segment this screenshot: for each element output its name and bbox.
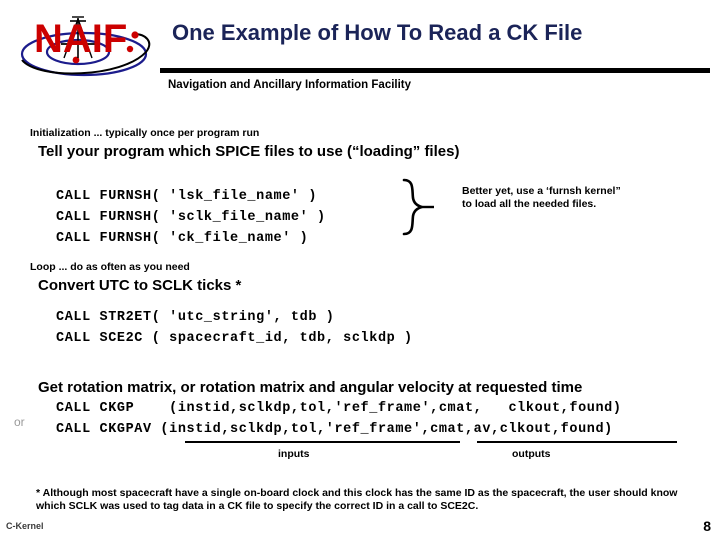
page-number: 8: [703, 518, 711, 534]
code-line-ckgp: CALL CKGP (instid,sclkdp,tol,'ref_frame'…: [56, 401, 622, 416]
code-line-str2et: CALL STR2ET( 'utc_string', tdb ): [56, 310, 335, 325]
slide-header: NAIF One Example of How To Read a CK Fil…: [0, 0, 721, 100]
inputs-underline: [185, 441, 460, 443]
naif-logo: NAIF: [14, 8, 174, 84]
grouping-brace: [398, 178, 458, 236]
code-line-furnsh-lsk: CALL FURNSH( 'lsk_file_name' ): [56, 189, 318, 204]
outputs-underline: [477, 441, 677, 443]
section-1-kicker: Initialization ... typically once per pr…: [30, 127, 260, 139]
footer-label: C-Kernel: [6, 521, 44, 531]
section-3-heading: Get rotation matrix, or rotation matrix …: [38, 379, 583, 396]
header-divider: [160, 68, 710, 73]
outputs-label: outputs: [512, 448, 551, 460]
or-label: or: [14, 415, 25, 429]
section-1-heading: Tell your program which SPICE files to u…: [38, 143, 460, 160]
code-line-furnsh-sclk: CALL FURNSH( 'sclk_file_name' ): [56, 210, 326, 225]
footnote: * Although most spacecraft have a single…: [36, 487, 678, 512]
code-line-sce2c: CALL SCE2C ( spacecraft_id, tdb, sclkdp …: [56, 331, 413, 346]
facility-subtitle: Navigation and Ancillary Information Fac…: [168, 79, 412, 91]
inputs-label: inputs: [278, 448, 310, 460]
naif-logo-text: NAIF: [34, 17, 127, 61]
code-line-ckgpav: CALL CKGPAV (instid,sclkdp,tol,'ref_fram…: [56, 422, 613, 437]
code-line-furnsh-ck: CALL FURNSH( 'ck_file_name' ): [56, 231, 309, 246]
page-title: One Example of How To Read a CK File: [172, 20, 583, 45]
furnsh-kernel-note: Better yet, use a ‘furnsh kernel” to loa…: [462, 185, 621, 210]
section-2-heading: Convert UTC to SCLK ticks *: [38, 277, 242, 294]
section-2-kicker: Loop ... do as often as you need: [30, 261, 190, 273]
